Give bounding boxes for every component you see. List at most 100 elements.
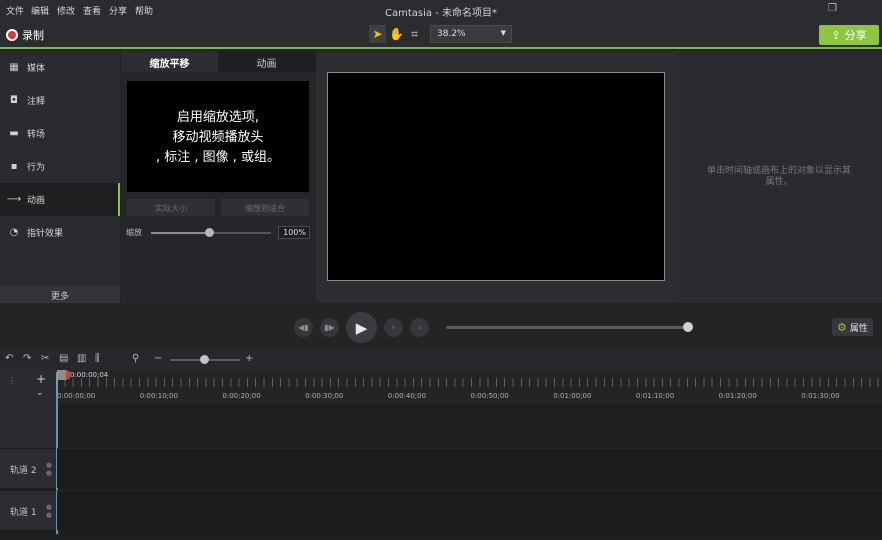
tool-tabs-sidebar: ▦ 媒体 ◘ 注释 ▬ 转场 ▪ 行为 ⟶ 动画 ◔ 指针效果更多	[0, 51, 120, 303]
sidebar-item-label: 行为	[27, 163, 46, 173]
zoom-preview-window[interactable]: 启用缩放选项, 移动视频播放头 , 标注 , 图像 , 或组。	[127, 81, 309, 192]
ruler-label: 0:01:20;00	[718, 392, 757, 400]
transition-icon: ▬	[9, 128, 19, 139]
properties-label: 属性	[849, 323, 868, 334]
play-button[interactable]: ▶	[346, 312, 377, 343]
lock-icon[interactable]: ● ●	[46, 503, 52, 519]
play-icon: ▶	[355, 318, 368, 337]
ruler-label: 0:00:30;00	[305, 392, 344, 400]
preview-line: 移动视频播放头	[172, 130, 264, 145]
menu-bar: 文件 编辑 修改 查看 分享 帮助 Camtasia - 未命名项目* ❐	[0, 0, 882, 20]
magnet-icon[interactable]: ⋮	[8, 376, 16, 385]
sidebar-item-label: 动画	[27, 196, 46, 206]
properties-button[interactable]: ⚙ 属性	[832, 318, 873, 336]
zoom-value: 38.2%	[437, 29, 466, 39]
share-label: 分享	[844, 29, 867, 42]
split-icon[interactable]: ⫼	[95, 353, 100, 364]
sidebar-item-3[interactable]: ▪ 行为	[0, 150, 120, 183]
ruler-label: 0:01:10;00	[635, 392, 675, 400]
canvas-zoom-dropdown[interactable]: 38.2% ▼	[430, 25, 512, 43]
restore-icon[interactable]: ❐	[828, 3, 837, 14]
copy-icon[interactable]: ▤	[59, 353, 68, 364]
actual-size-button[interactable]: 实际大小	[127, 199, 215, 216]
select-tool-icon[interactable]: ➤	[369, 25, 386, 43]
record-icon	[6, 29, 18, 41]
sidebar-item-label: 媒体	[27, 64, 46, 74]
zoom-in-icon[interactable]: +	[245, 353, 253, 364]
share-button[interactable]: ⇪ 分享	[819, 25, 879, 45]
sidebar-item-label: 指针效果	[27, 229, 64, 239]
window-title: Camtasia - 未命名项目*	[385, 8, 497, 19]
zoom-to-fit-button[interactable]: 缩放到适合	[221, 199, 309, 216]
sidebar-item-5[interactable]: ◔ 指针效果	[0, 216, 120, 249]
sidebar-item-label: 转场	[27, 130, 46, 140]
ruler-label: 0:00:50;00	[470, 392, 509, 400]
paste-icon[interactable]: ▥	[77, 353, 86, 364]
playback-scrubber[interactable]	[446, 326, 690, 329]
ruler-label: 0:00:00;00	[57, 392, 96, 400]
lock-icon[interactable]: ● ●	[46, 461, 52, 477]
share-icon: ⇪	[831, 28, 841, 42]
preview-line: , 标注 , 图像 , 或组。	[155, 150, 281, 165]
video-canvas[interactable]	[327, 72, 665, 281]
scrubber-knob[interactable]	[683, 322, 693, 332]
add-track-icon[interactable]: +	[36, 372, 46, 386]
track-header-2[interactable]: 轨道 2 ● ●	[0, 448, 56, 488]
ruler-label: 0:00:40;00	[387, 392, 427, 400]
behavior-icon: ▪	[10, 161, 18, 172]
properties-panel: 单击时间轴或画布上的对象以显示其属性。	[676, 51, 882, 303]
record-label: 录制	[22, 29, 44, 42]
track-label: 轨道 2	[10, 466, 37, 476]
scale-value-field[interactable]: 100%	[278, 226, 310, 239]
zoom-out-icon[interactable]: −	[154, 353, 162, 364]
track-row-2[interactable]	[57, 448, 882, 488]
redo-icon[interactable]: ↷	[23, 353, 31, 364]
step-back-icon[interactable]: ◀▮	[294, 318, 313, 337]
previous-marker-icon[interactable]: ‹	[384, 318, 403, 337]
timeline-zoom-knob[interactable]	[200, 355, 209, 364]
ruler-label: 0:01:00;00	[553, 392, 592, 400]
cut-icon[interactable]: ✂	[41, 353, 49, 364]
more-button[interactable]: 更多	[0, 286, 120, 303]
sidebar-item-2[interactable]: ▬ 转场	[0, 117, 120, 150]
canvas-area	[316, 51, 676, 303]
sidebar-item-0[interactable]: ▦ 媒体	[0, 51, 120, 84]
ruler-ticks	[56, 378, 882, 387]
tab-animation[interactable]: 动画	[218, 51, 315, 72]
zoom-search-icon[interactable]: ⚲	[132, 353, 139, 364]
ruler-label: 0:01:30;00	[801, 392, 840, 400]
pan-hand-icon[interactable]: ✋	[388, 25, 405, 43]
playhead-end-marker[interactable]	[66, 371, 70, 379]
scale-slider-knob[interactable]	[204, 228, 214, 237]
crop-icon[interactable]: ⌗	[406, 25, 423, 43]
track-row-1[interactable]	[57, 490, 882, 530]
track-header-1[interactable]: 轨道 1 ● ●	[0, 490, 56, 530]
zoom-pan-panel: 缩放平移 动画 启用缩放选项, 移动视频播放头 , 标注 , 图像 , 或组。 …	[121, 51, 315, 303]
sidebar-item-4[interactable]: ⟶ 动画	[0, 183, 120, 216]
chevron-down-icon[interactable]: ⌄	[36, 388, 44, 398]
track-label: 轨道 1	[10, 508, 37, 518]
camtasia-window: 文件 编辑 修改 查看 分享 帮助 Camtasia - 未命名项目* ❐ 录制…	[0, 0, 882, 540]
scale-slider-fill	[151, 232, 209, 234]
next-marker-icon[interactable]: ›	[410, 318, 429, 337]
track-header-spacer	[0, 404, 56, 448]
timeline-toolbar: ↶ ↷ ✂ ▤ ▥ ⫼ ⚲ − +	[0, 350, 882, 370]
sidebar-item-1[interactable]: ◘ 注释	[0, 84, 120, 117]
cursor-effect-icon: ◔	[9, 227, 19, 238]
preview-line: 启用缩放选项,	[176, 110, 260, 125]
scale-slider[interactable]	[151, 228, 271, 237]
playhead-time: 0:00:00;04	[70, 371, 109, 379]
timeline: ⋮ + ⌄ 0:00:00;04 0:00:00;00 0:00:10;00 0:0…	[0, 370, 882, 540]
step-forward-icon[interactable]: ▮▶	[320, 318, 339, 337]
undo-icon[interactable]: ↶	[5, 353, 13, 364]
tab-zoom-pan[interactable]: 缩放平移	[121, 51, 218, 72]
main-toolbar: 录制 ➤ ✋ ⌗ 38.2% ▼ ⇪ 分享	[0, 20, 882, 49]
properties-hint: 单击时间轴或画布上的对象以显示其属性。	[706, 166, 851, 187]
animation-icon: ⟶	[6, 194, 22, 205]
time-ruler[interactable]: 0:00:00;04 0:00:00;00 0:00:10;00 0:00:20;0…	[56, 370, 882, 404]
track-header-controls: ⋮ + ⌄	[0, 370, 56, 404]
chevron-down-icon: ▼	[500, 29, 506, 37]
record-button[interactable]: 录制	[6, 27, 44, 43]
scale-label: 缩放	[126, 228, 142, 237]
callout-icon: ◘	[10, 95, 18, 106]
